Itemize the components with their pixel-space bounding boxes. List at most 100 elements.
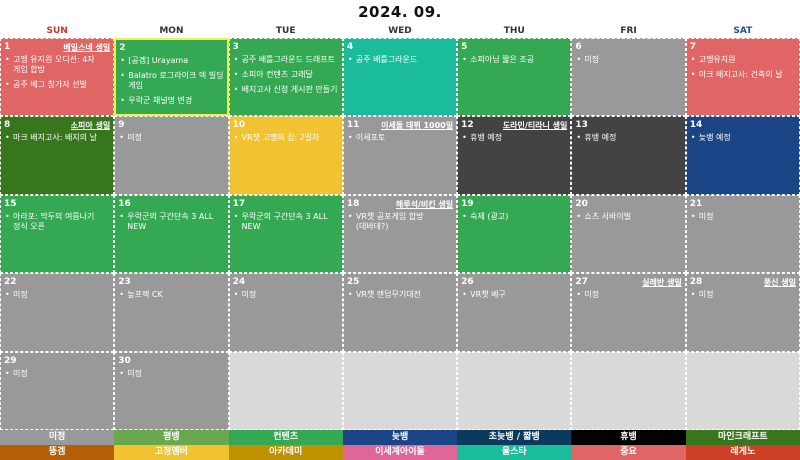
day-number: 12 [461, 120, 474, 131]
day-number: 18 [346, 198, 360, 209]
event-item[interactable]: 미정 [5, 369, 110, 379]
day-cell-8[interactable]: 8 소피아 생일마크 배지고사: 배지의 날 [0, 116, 115, 195]
day-note: 이세돌 데뷔 1000일 [381, 121, 454, 131]
event-item[interactable]: 공주 배틀그라운드 [348, 55, 453, 65]
day-cell-17[interactable]: 17 우락군의 구간단속 3 ALL NEW [228, 194, 343, 274]
day-cell-9[interactable]: 9 미정 [114, 116, 229, 195]
day-cell-16[interactable]: 16 우락군의 구간단속 3 ALL NEW [114, 194, 229, 274]
event-item[interactable]: 휴뱅 예정 [462, 133, 567, 143]
day-number: 10 [232, 120, 246, 131]
event-item[interactable]: 마크 배지고사: 배지의 날 [5, 133, 110, 143]
event-item[interactable]: [공겜] Urayama [120, 56, 223, 66]
calendar-title: 2024. 09. [358, 3, 442, 21]
event-item[interactable]: 우락군의 구간단속 3 ALL NEW [234, 212, 339, 232]
day-number: 29 [4, 355, 17, 366]
event-item[interactable]: 우락군 채널명 변경 [120, 96, 223, 106]
event-list: 미정 [576, 55, 681, 70]
event-list: 공주 배틀그라운드 [348, 55, 453, 70]
event-item[interactable]: 공주 베그 참가자 선발 [5, 80, 110, 90]
event-item[interactable]: 고멩 유지원 오디션: 4자 게임 합방 [5, 55, 110, 75]
day-number: 9 [118, 120, 125, 131]
event-item[interactable]: 우락군의 구간단속 3 ALL NEW [119, 212, 224, 232]
day-cell-10[interactable]: 10 VR챗 고멩의 집: 2일차 [228, 116, 343, 195]
day-cell-2[interactable]: 2 [공겜] Urayama Balatro 로그라이크 덱 빌딩 게임우락군 채널… [114, 38, 229, 117]
day-cell-26[interactable]: 26 VR챗 베구 [457, 273, 572, 352]
event-item[interactable]: VR챗 고멩의 집: 2일차 [234, 133, 339, 143]
event-list: 휴뱅 예정 [462, 133, 567, 148]
event-item[interactable]: VR챗 랜덤무기대전 [348, 290, 453, 300]
event-list: 고멩 유지원 오디션: 4자 게임 합방공주 베그 참가자 선발 [5, 55, 110, 95]
event-item[interactable]: 배지고사 신청 게시판 만들기 [234, 85, 339, 95]
day-number: 15 [4, 198, 17, 209]
day-cell-25[interactable]: 25 VR챗 랜덤무기대전 [342, 273, 458, 352]
event-item[interactable]: 아라포: 막두의 여름나기 정식 오픈 [5, 212, 110, 232]
event-item[interactable]: 미정 [119, 133, 224, 143]
day-cell-6[interactable]: 6 미정 [571, 38, 686, 117]
day-cell-29[interactable]: 29 미정 [0, 351, 115, 430]
day-number: 1 [4, 42, 11, 52]
day-note: 소피아 생일 [70, 121, 111, 131]
day-cell-15[interactable]: 15 아라포: 막두의 여름나기 정식 오픈 [0, 194, 115, 274]
event-item[interactable]: 미정 [691, 290, 796, 300]
event-item[interactable]: 미정 [576, 290, 681, 300]
day-cell-23[interactable]: 23 늪프랙 CK [114, 273, 229, 352]
day-cell-13[interactable]: 13 휴뱅 예정 [571, 116, 686, 195]
event-item[interactable]: 마크 배지고사: 건축의 날 [691, 70, 796, 80]
event-list: 이세포토 [348, 133, 453, 148]
event-item[interactable]: 이세포토 [348, 133, 453, 143]
weekday-fri: FRI [620, 26, 637, 36]
day-cell-14[interactable]: 14 늦뱅 예정 [685, 116, 800, 195]
event-item[interactable]: 숙제 (광고) [462, 212, 567, 222]
day-cell-19[interactable]: 19 숙제 (광고) [457, 194, 572, 274]
day-number: 23 [118, 277, 131, 288]
event-item[interactable]: 휴뱅 예정 [576, 133, 681, 143]
day-cell-28[interactable]: 28 풍신 생일미정 [685, 273, 800, 352]
event-item[interactable]: 소피아님 짧은 조공 [462, 55, 567, 65]
event-list: 우락군의 구간단속 3 ALL NEW [119, 212, 224, 237]
day-cell-4[interactable]: 4 공주 배틀그라운드 [342, 38, 458, 117]
event-item[interactable]: 늦뱅 예정 [691, 133, 796, 143]
day-number: 22 [4, 277, 17, 288]
event-item[interactable]: 고멩유지원 [691, 55, 796, 65]
day-number: 14 [689, 120, 703, 131]
day-cell-5[interactable]: 5 소피아님 짧은 조공 [457, 38, 572, 117]
event-item[interactable]: 미정 [234, 290, 339, 300]
day-cell-11[interactable]: 11 이세돌 데뷔 1000일이세포토 [342, 116, 458, 195]
empty-cell [342, 351, 458, 430]
legend-item: 휴뱅 [571, 430, 686, 445]
event-item[interactable]: VR챗 베구 [462, 290, 567, 300]
event-item[interactable]: 미정 [5, 290, 110, 300]
event-item[interactable]: 늪프랙 CK [119, 290, 224, 300]
day-note: 도라민/티라니 생일 [502, 121, 568, 131]
day-cell-3[interactable]: 3 공주 배틀그라운드 드래프트소피아 컨텐츠 고래달배지고사 신청 게시판 만들… [228, 38, 343, 117]
event-item[interactable]: VR챗 공포게임 합방 (데바데?) [348, 212, 453, 232]
event-list: 고멩유지원마크 배지고사: 건축의 날 [691, 55, 796, 85]
day-cell-7[interactable]: 7 고멩유지원마크 배지고사: 건축의 날 [685, 38, 800, 117]
event-item[interactable]: 미정 [691, 212, 796, 222]
legend-item: 중요 [571, 445, 686, 460]
event-list: VR챗 고멩의 집: 2일차 [234, 133, 339, 148]
event-item[interactable]: Balatro 로그라이크 덱 빌딩 게임 [120, 71, 223, 91]
category-legend: 미정 평뱅 컨텐츠 늦뱅 초늦뱅 / 짧뱅 휴뱅 마인크래프트 뚱겜 고정멤버 아카데미 이세계아이… [0, 430, 800, 460]
event-item[interactable]: 미정 [119, 369, 224, 379]
day-number: 17 [232, 198, 246, 209]
weekday-header: SUN MON TUE WED THU FRI SAT [0, 24, 800, 38]
event-item[interactable]: 쇼츠 서바이벌 [576, 212, 681, 222]
legend-item: 고정멤버 [114, 445, 229, 460]
day-cell-12[interactable]: 12 도라민/티라니 생일휴뱅 예정 [457, 116, 572, 195]
day-cell-21[interactable]: 21 미정 [685, 194, 800, 274]
day-cell-27[interactable]: 27 실레반 생일미정 [571, 273, 686, 352]
event-item[interactable]: 미정 [576, 55, 681, 65]
day-cell-18[interactable]: 18 해루석/비킨 생일 VR챗 공포게임 합방 (데바데?) [342, 194, 458, 274]
event-list: 휴뱅 예정 [576, 133, 681, 148]
event-list: 숙제 (광고) [462, 212, 567, 227]
day-cell-24[interactable]: 24 미정 [228, 273, 343, 352]
empty-cell [457, 351, 572, 430]
day-cell-1[interactable]: 1 베일스네 생일고멩 유지원 오디션: 4자 게임 합방공주 베그 참가자 선발 [0, 38, 115, 117]
event-item[interactable]: 공주 배틀그라운드 드래프트 [234, 55, 339, 65]
legend-item: 뚱겜 [0, 445, 115, 460]
day-cell-22[interactable]: 22 미정 [0, 273, 115, 352]
event-item[interactable]: 소피아 컨텐츠 고래달 [234, 70, 339, 80]
day-cell-20[interactable]: 20 쇼츠 서바이벌 [571, 194, 686, 274]
day-cell-30[interactable]: 30 미정 [114, 351, 229, 430]
